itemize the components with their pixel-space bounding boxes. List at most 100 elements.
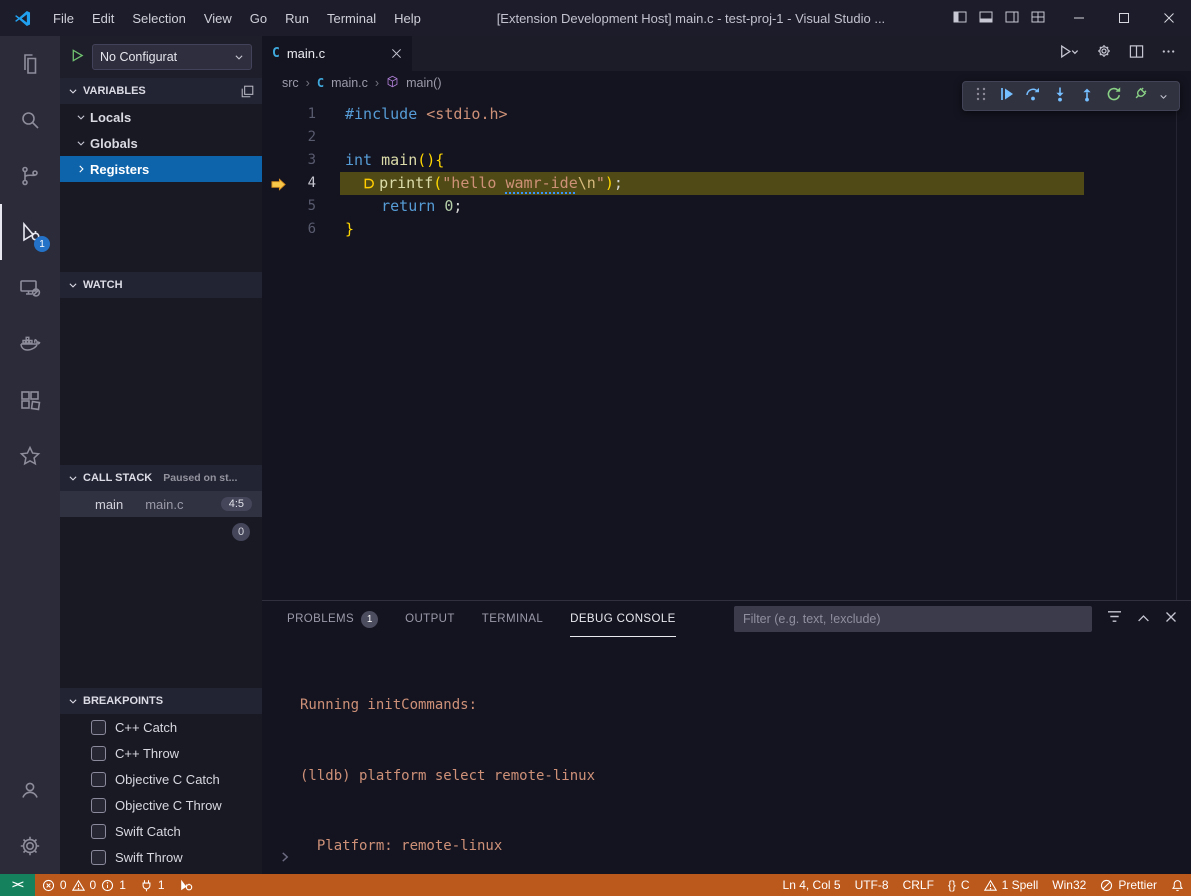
menu-help[interactable]: Help [385, 6, 430, 31]
tab-debug-console[interactable]: DEBUG CONSOLE [570, 601, 676, 637]
callstack-section-header[interactable]: CALL STACK Paused on st... [60, 465, 262, 491]
menu-selection[interactable]: Selection [123, 6, 194, 31]
maximize-button[interactable] [1101, 0, 1146, 36]
settings-gear-icon[interactable] [0, 818, 60, 874]
breakpoint-checkbox[interactable] [91, 720, 106, 735]
breakpoint-gutter[interactable]: 3 [262, 149, 345, 172]
line-number: 5 [308, 195, 316, 218]
breadcrumb-separator: › [375, 76, 379, 90]
variables-scope-globals[interactable]: Globals [60, 130, 262, 156]
explorer-icon[interactable] [0, 36, 60, 92]
warning-icon [72, 879, 85, 892]
menu-file[interactable]: File [44, 6, 83, 31]
breakpoint-checkbox[interactable] [91, 824, 106, 839]
breakpoints-section-header[interactable]: BREAKPOINTS [60, 688, 262, 714]
console-input-chevron-icon[interactable] [279, 850, 291, 868]
close-button[interactable] [1146, 0, 1191, 36]
error-icon [42, 879, 55, 892]
breakpoint-label: Objective C Catch [115, 772, 220, 787]
debug-status[interactable] [172, 874, 200, 896]
extensions-icon[interactable] [0, 372, 60, 428]
breakpoint-gutter[interactable]: 4 [262, 172, 345, 195]
run-or-debug-icon[interactable] [1059, 44, 1079, 64]
step-into-icon[interactable] [1052, 86, 1068, 106]
menu-go[interactable]: Go [241, 6, 276, 31]
continue-icon[interactable] [999, 86, 1015, 106]
account-icon[interactable] [0, 762, 60, 818]
restart-icon[interactable] [1106, 86, 1122, 106]
tab-output[interactable]: OUTPUT [405, 601, 455, 637]
toggle-secondary-sidebar-icon[interactable] [1004, 9, 1020, 28]
menu-terminal[interactable]: Terminal [318, 6, 385, 31]
split-editor-icon[interactable] [1129, 44, 1144, 64]
breakpoint-checkbox[interactable] [91, 772, 106, 787]
tab-terminal[interactable]: TERMINAL [482, 601, 543, 637]
c-lang-icon: C [317, 76, 324, 90]
source-control-icon[interactable] [0, 148, 60, 204]
remote-explorer-icon[interactable] [0, 260, 60, 316]
line-number: 1 [308, 103, 316, 126]
step-over-icon[interactable] [1025, 86, 1041, 106]
menu-edit[interactable]: Edit [83, 6, 123, 31]
more-actions-icon[interactable] [1161, 44, 1176, 64]
watch-section-header[interactable]: WATCH [60, 272, 262, 298]
remote-indicator[interactable]: >< [0, 874, 35, 896]
info-count: 1 [119, 878, 126, 892]
breadcrumb-src[interactable]: src [282, 76, 299, 90]
breakpoint-item[interactable]: Objective C Throw [60, 792, 262, 818]
breakpoint-checkbox[interactable] [91, 746, 106, 761]
console-line: (lldb) platform select remote-linux [300, 765, 1191, 789]
ports-status[interactable]: 1 [133, 874, 172, 896]
start-debug-play-icon[interactable] [70, 48, 85, 66]
step-out-icon[interactable] [1079, 86, 1095, 106]
breakpoint-gutter[interactable]: 2 [262, 126, 345, 149]
close-panel-icon[interactable] [1165, 610, 1177, 628]
disconnect-icon[interactable] [1132, 86, 1148, 106]
line-number: 3 [308, 149, 316, 172]
title-bar: File Edit Selection View Go Run Terminal… [0, 0, 1191, 36]
search-icon[interactable] [0, 92, 60, 148]
breakpoint-gutter[interactable]: 1 [262, 103, 345, 126]
console-filter-input[interactable] [743, 612, 1083, 626]
customize-layout-icon[interactable] [1030, 9, 1046, 28]
breakpoint-gutter[interactable]: 6 [262, 218, 345, 241]
toggle-sidebar-icon[interactable] [952, 9, 968, 28]
tab-main-c[interactable]: C main.c [262, 36, 412, 71]
breakpoint-gutter[interactable]: 5 [262, 195, 345, 218]
menu-view[interactable]: View [195, 6, 241, 31]
debug-toolbar-chevron-icon[interactable] [1159, 87, 1168, 105]
debug-bug-icon [179, 878, 193, 892]
breakpoint-item[interactable]: C++ Throw [60, 740, 262, 766]
tab-problems[interactable]: PROBLEMS 1 [287, 601, 378, 637]
stack-frame-row[interactable]: main main.c 4:5 [60, 491, 262, 517]
toggle-panel-icon[interactable] [978, 9, 994, 28]
scope-label: Registers [90, 162, 149, 177]
variables-section-header[interactable]: VARIABLES [60, 78, 262, 104]
variables-scope-registers[interactable]: Registers [60, 156, 262, 182]
star-icon[interactable] [0, 428, 60, 484]
maximize-panel-icon[interactable] [1137, 610, 1150, 628]
editor-settings-gear-icon[interactable] [1096, 43, 1112, 64]
minimize-button[interactable] [1056, 0, 1101, 36]
toolbar-drag-grip-icon[interactable] [974, 86, 988, 106]
tab-close-icon[interactable] [391, 46, 402, 62]
breadcrumb-file[interactable]: main.c [331, 76, 368, 90]
open-variables-view-icon[interactable] [241, 85, 254, 98]
breakpoint-checkbox[interactable] [91, 798, 106, 813]
run-debug-icon[interactable]: 1 [0, 204, 60, 260]
filter-lines-icon[interactable] [1107, 610, 1122, 628]
breakpoint-checkbox[interactable] [91, 850, 106, 865]
launch-config-dropdown[interactable]: No Configurat [92, 44, 252, 70]
breakpoint-item[interactable]: Swift Throw [60, 844, 262, 870]
breakpoint-item[interactable]: Swift Catch [60, 818, 262, 844]
breakpoint-item[interactable]: C++ Catch [60, 714, 262, 740]
menu-run[interactable]: Run [276, 6, 318, 31]
code-editor[interactable]: 1 #include <stdio.h> 2 3 int main(){ 4 [262, 95, 1191, 600]
docker-icon[interactable] [0, 316, 60, 372]
problems-status[interactable]: 0 0 1 [35, 874, 133, 896]
breakpoint-item[interactable]: Objective C Catch [60, 766, 262, 792]
symbol-method-icon [386, 75, 399, 91]
breadcrumb-symbol[interactable]: main() [406, 76, 441, 90]
variables-scope-locals[interactable]: Locals [60, 104, 262, 130]
inline-breakpoint-icon[interactable] [363, 174, 376, 197]
